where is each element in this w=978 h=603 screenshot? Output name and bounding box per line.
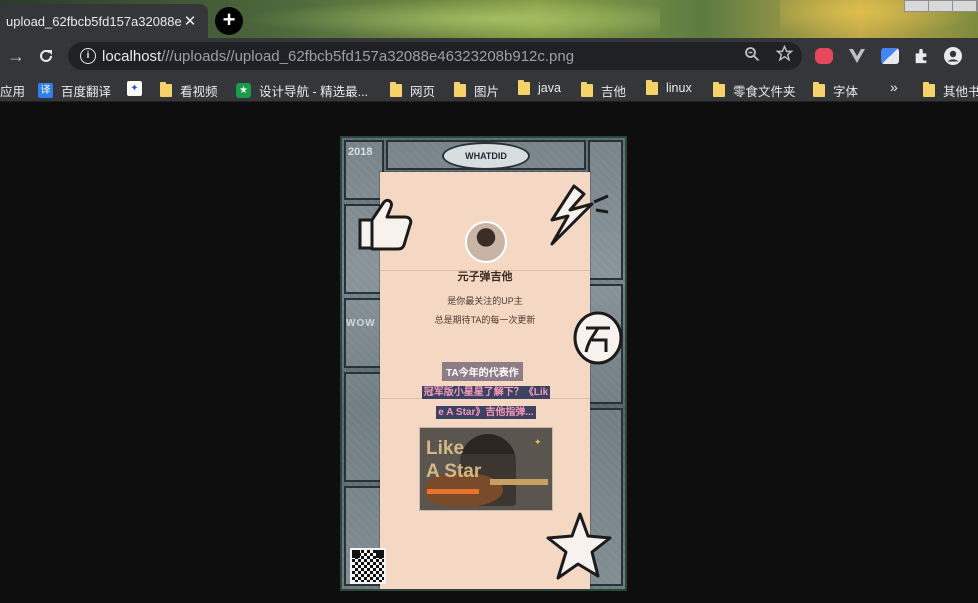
new-tab-button[interactable]: + <box>215 7 243 35</box>
bookmark-folder-video[interactable]: 看视频 <box>160 81 218 100</box>
work-title-line-2: e A Star》吉他指弹... <box>416 403 556 419</box>
extension-2-icon[interactable] <box>881 48 899 64</box>
minimize-button[interactable] <box>905 1 929 11</box>
profile-avatar-icon[interactable] <box>943 46 963 66</box>
work-title-text-1: 冠军版小星星了解下？《Lik <box>421 386 551 399</box>
bookmark-label: 设计导航 - 精选最... <box>259 85 369 99</box>
tagline-line-1: 是你最关注的UP主 <box>447 296 523 306</box>
window-controls[interactable] <box>904 0 978 12</box>
folder-icon <box>923 82 935 97</box>
bookmark-apps[interactable]: 应用 <box>0 81 25 100</box>
extension-1-icon[interactable] <box>815 48 833 64</box>
bookmark-label: 看视频 <box>180 85 218 99</box>
url-path: ///uploads//upload_62fbcb5fd157a32088e46… <box>161 48 575 65</box>
bookmark-label: 其他书 <box>943 85 978 99</box>
bookmark-folder-images[interactable]: 图片 <box>454 81 499 100</box>
browser-tab-active[interactable]: upload_62fbcb5fd157a32088e ✕ <box>0 4 208 38</box>
bookmarks-bar: 应用 译百度翻译 ✦ 看视频 ★ 设计导航 - 精选最... 网页 图片 java… <box>0 74 978 102</box>
zoom-icon[interactable] <box>744 46 760 62</box>
speech-bubble-text: WHATDID <box>465 151 507 161</box>
bookmark-folder-web[interactable]: 网页 <box>390 81 435 100</box>
thumb-title-astar: A Star <box>426 461 482 482</box>
guitar-neck <box>490 479 548 485</box>
bookmark-star-icon[interactable] <box>776 45 793 62</box>
window-title-bar: upload_62fbcb5fd157a32088e ✕ + <box>0 0 978 38</box>
folder-icon <box>581 82 593 97</box>
manga-panel <box>344 298 384 368</box>
bookmark-baidu[interactable]: ✦ <box>127 81 142 96</box>
tab-title: upload_62fbcb5fd157a32088e <box>6 13 182 29</box>
poster-image: 2018 WHATDID WOW 元子弹吉他 是你最关注的UP主 总是期待TA的… <box>340 136 627 591</box>
baidu-paw-icon: ✦ <box>127 81 142 96</box>
extension-vue-icon[interactable] <box>848 48 866 64</box>
qr-pattern <box>352 550 384 582</box>
folder-icon <box>454 82 466 97</box>
folder-icon <box>160 82 172 97</box>
bookmark-label: 百度翻译 <box>61 85 112 99</box>
title-bar-wallpaper <box>240 0 660 38</box>
folder-icon <box>390 82 402 97</box>
image-viewer: 2018 WHATDID WOW 元子弹吉他 是你最关注的UP主 总是期待TA的… <box>0 103 978 603</box>
bookmarks-overflow-chevron[interactable]: » <box>890 79 898 95</box>
bookmark-folder-java[interactable]: java <box>518 79 561 95</box>
maximize-button[interactable] <box>929 1 953 11</box>
manga-year: 2018 <box>348 146 373 158</box>
translate-icon: 译 <box>38 83 53 98</box>
bookmark-folder-guitar[interactable]: 吉他 <box>581 81 626 100</box>
featured-work-label: TA今年的代表作 <box>442 362 523 381</box>
bookmark-label: 网页 <box>410 85 436 99</box>
url-text[interactable]: localhost///uploads//upload_62fbcb5fd157… <box>102 48 574 65</box>
creator-name: 元子弹吉他 <box>457 271 513 283</box>
creator-avatar <box>465 221 507 263</box>
browser-toolbar: → i localhost///uploads//upload_62fbcb5f… <box>0 38 978 74</box>
video-thumbnail: Like A Star ✦ <box>419 427 553 511</box>
bookmark-folder-fonts[interactable]: 字体 <box>813 81 858 100</box>
coin-sticker-icon <box>573 311 623 365</box>
url-host: localhost <box>102 48 162 65</box>
tagline-line-2: 总是期待TA的每一次更新 <box>434 315 536 325</box>
bookmark-label: 吉他 <box>601 85 627 99</box>
thumb-orange-strip <box>427 489 479 494</box>
extensions-puzzle-icon[interactable] <box>912 48 930 64</box>
bookmark-label: 图片 <box>474 85 500 99</box>
bookmark-label: 零食文件夹 <box>733 85 796 99</box>
bookmark-label: 应用 <box>0 85 26 99</box>
work-title-text-2: e A Star》吉他指弹... <box>436 406 536 419</box>
bookmark-translate[interactable]: 译百度翻译 <box>38 81 111 100</box>
folder-icon <box>813 82 825 97</box>
bookmark-folder-snacks[interactable]: 零食文件夹 <box>713 81 796 100</box>
address-bar[interactable]: i localhost///uploads//upload_62fbcb5fd1… <box>68 42 802 70</box>
star-sticker-icon <box>546 512 612 580</box>
thumb-title-like: Like <box>426 438 465 459</box>
manga-panel <box>344 372 384 482</box>
manga-wow-text: WOW <box>346 318 376 329</box>
lightning-bolt-sticker-icon <box>550 184 609 246</box>
bookmark-label: linux <box>666 81 692 95</box>
site-star-icon: ★ <box>236 83 251 98</box>
thumbs-up-sticker-icon <box>358 198 413 251</box>
bookmark-label: java <box>538 81 561 95</box>
work-title-line-1: 冠军版小星星了解下？《Lik <box>416 383 556 399</box>
bookmark-folder-linux[interactable]: linux <box>646 79 692 95</box>
bookmark-folder-other[interactable]: 其他书 <box>923 81 978 100</box>
qr-code <box>350 548 386 584</box>
sparkle-icon: ✦ <box>534 437 542 447</box>
tab-close-icon[interactable]: ✕ <box>182 12 198 30</box>
bookmark-design-nav[interactable]: ★ 设计导航 - 精选最... <box>236 81 368 100</box>
manga-speech-bubble: WHATDID <box>442 142 530 170</box>
site-info-icon[interactable]: i <box>80 48 96 64</box>
folder-icon <box>713 82 725 97</box>
reload-icon[interactable] <box>36 47 56 65</box>
forward-arrow-icon[interactable]: → <box>6 46 26 67</box>
folder-icon <box>646 79 658 95</box>
bookmark-label: 字体 <box>833 85 859 99</box>
close-window-button[interactable] <box>953 1 977 11</box>
folder-icon <box>518 79 530 95</box>
